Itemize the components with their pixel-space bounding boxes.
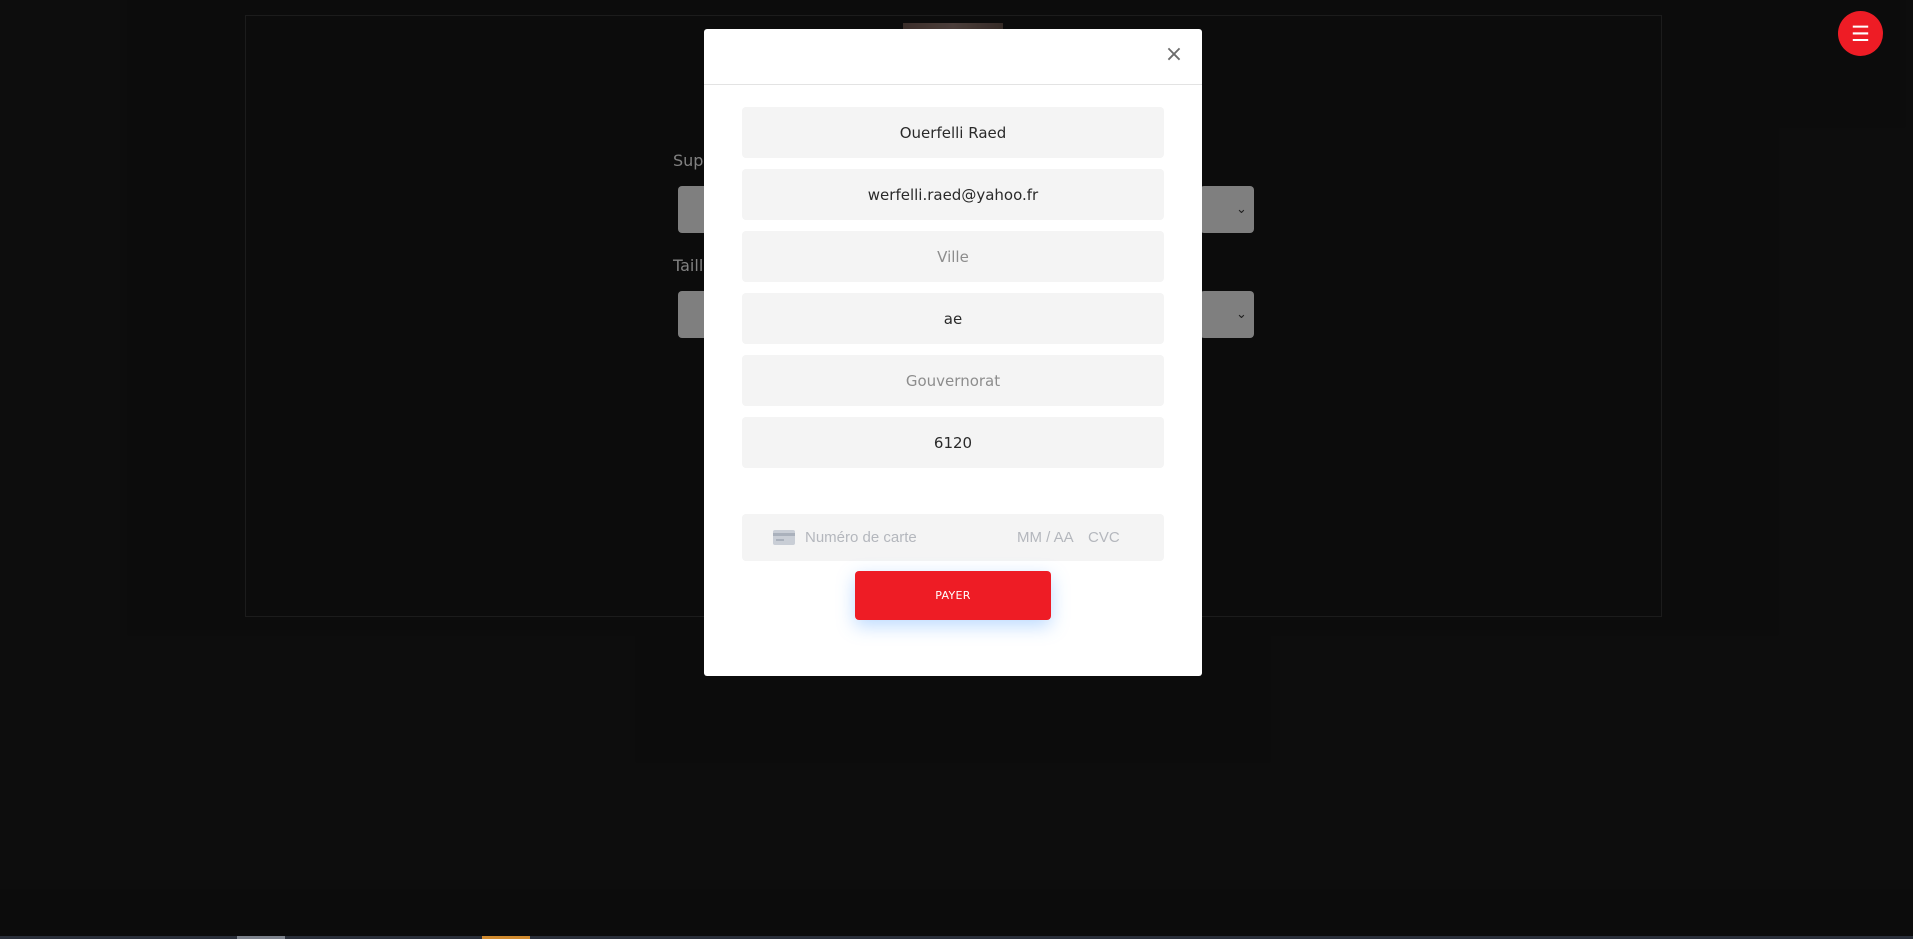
card-input[interactable]: Numéro de carte MM / AA CVC <box>742 514 1164 561</box>
card-expiry-placeholder[interactable]: MM / AA <box>1017 514 1074 561</box>
name-field[interactable] <box>742 107 1164 158</box>
modal-header: × <box>704 29 1202 85</box>
city-field[interactable] <box>742 231 1164 282</box>
postal-code-field[interactable] <box>742 417 1164 468</box>
card-cvc-placeholder[interactable]: CVC <box>1088 514 1120 561</box>
close-icon[interactable]: × <box>1162 41 1186 69</box>
email-field[interactable] <box>742 169 1164 220</box>
card-number-placeholder[interactable]: Numéro de carte <box>805 514 917 561</box>
menu-button[interactable]: ☰ <box>1838 11 1883 56</box>
checkout-modal: × Numéro de carte MM / AA CVC PAYER <box>704 29 1202 676</box>
credit-card-icon <box>773 530 795 545</box>
address-field[interactable] <box>742 293 1164 344</box>
pay-button[interactable]: PAYER <box>855 571 1051 620</box>
governorate-field[interactable] <box>742 355 1164 406</box>
hamburger-icon: ☰ <box>1851 21 1870 46</box>
